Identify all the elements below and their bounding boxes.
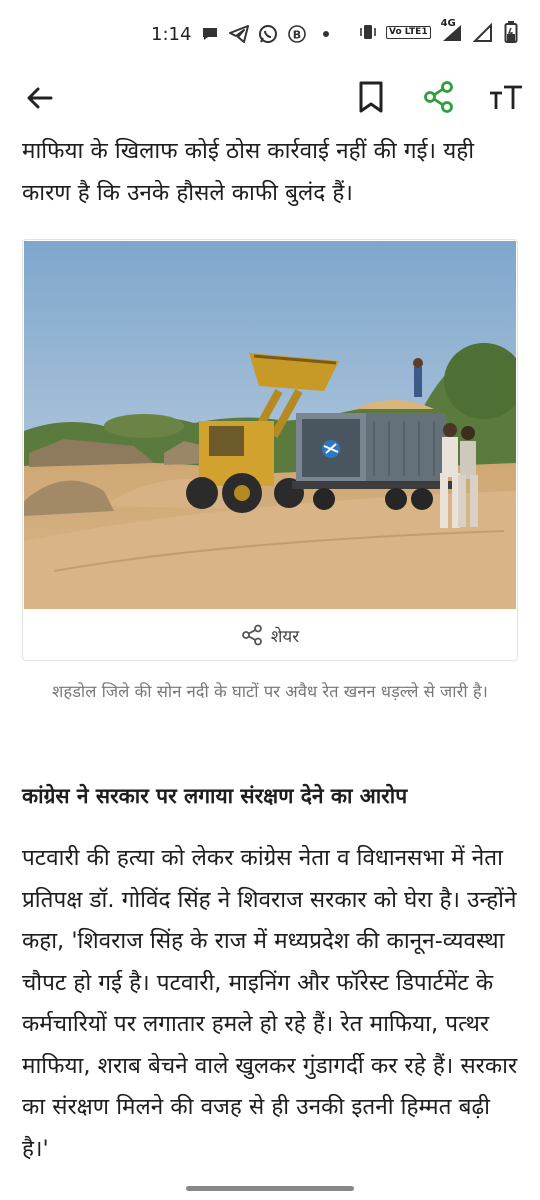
bookmark-icon — [359, 81, 383, 113]
app-bar — [0, 68, 540, 130]
volte-icon: Vo LTE1 — [386, 25, 431, 39]
telegram-icon — [229, 24, 249, 44]
signal-4g-icon: 4G — [439, 18, 465, 42]
body-paragraph: पटवारी की हत्या को लेकर कांग्रेस नेता व … — [22, 845, 518, 1162]
text-size-icon — [490, 85, 522, 109]
image-caption: शहडोल जिले की सोन नदी के घाटों पर अवैध र… — [52, 682, 488, 701]
b-icon: B — [287, 24, 307, 44]
notification-icons: B — [200, 24, 336, 44]
share-icon — [241, 624, 262, 646]
text-size-button[interactable] — [488, 80, 524, 114]
share-icon — [424, 81, 453, 113]
image-share-button[interactable]: शेयर — [23, 610, 517, 660]
back-button[interactable] — [24, 82, 56, 114]
vibrate-icon — [358, 22, 378, 42]
section-heading: कांग्रेस ने सरकार पर लगाया संरक्षण देने … — [22, 784, 408, 808]
share-button[interactable] — [422, 80, 456, 114]
status-time: 1:14 — [151, 24, 192, 45]
gesture-home-bar[interactable] — [186, 1186, 354, 1191]
intro-paragraph: माफिया के खिलाफ कोई ठोस कार्रवाई नहीं की… — [22, 138, 475, 206]
bookmark-button[interactable] — [355, 80, 387, 114]
article-image-card: शेयर — [22, 239, 518, 661]
share-label: शेयर — [270, 626, 300, 647]
network-type-label: 4G — [440, 18, 456, 29]
battery-charging-icon — [501, 21, 521, 43]
arrow-left-icon — [27, 87, 53, 109]
dot-icon — [316, 24, 336, 44]
sand-mining-photo — [24, 241, 516, 609]
status-bar: 1:14 B Vo LTE1 4G — [0, 0, 540, 68]
system-icons: Vo LTE1 4G — [358, 18, 521, 43]
chat-bubble-icon — [200, 24, 220, 44]
whatsapp-icon — [258, 24, 278, 44]
svg-text:B: B — [293, 29, 301, 42]
signal-icon — [472, 22, 493, 42]
